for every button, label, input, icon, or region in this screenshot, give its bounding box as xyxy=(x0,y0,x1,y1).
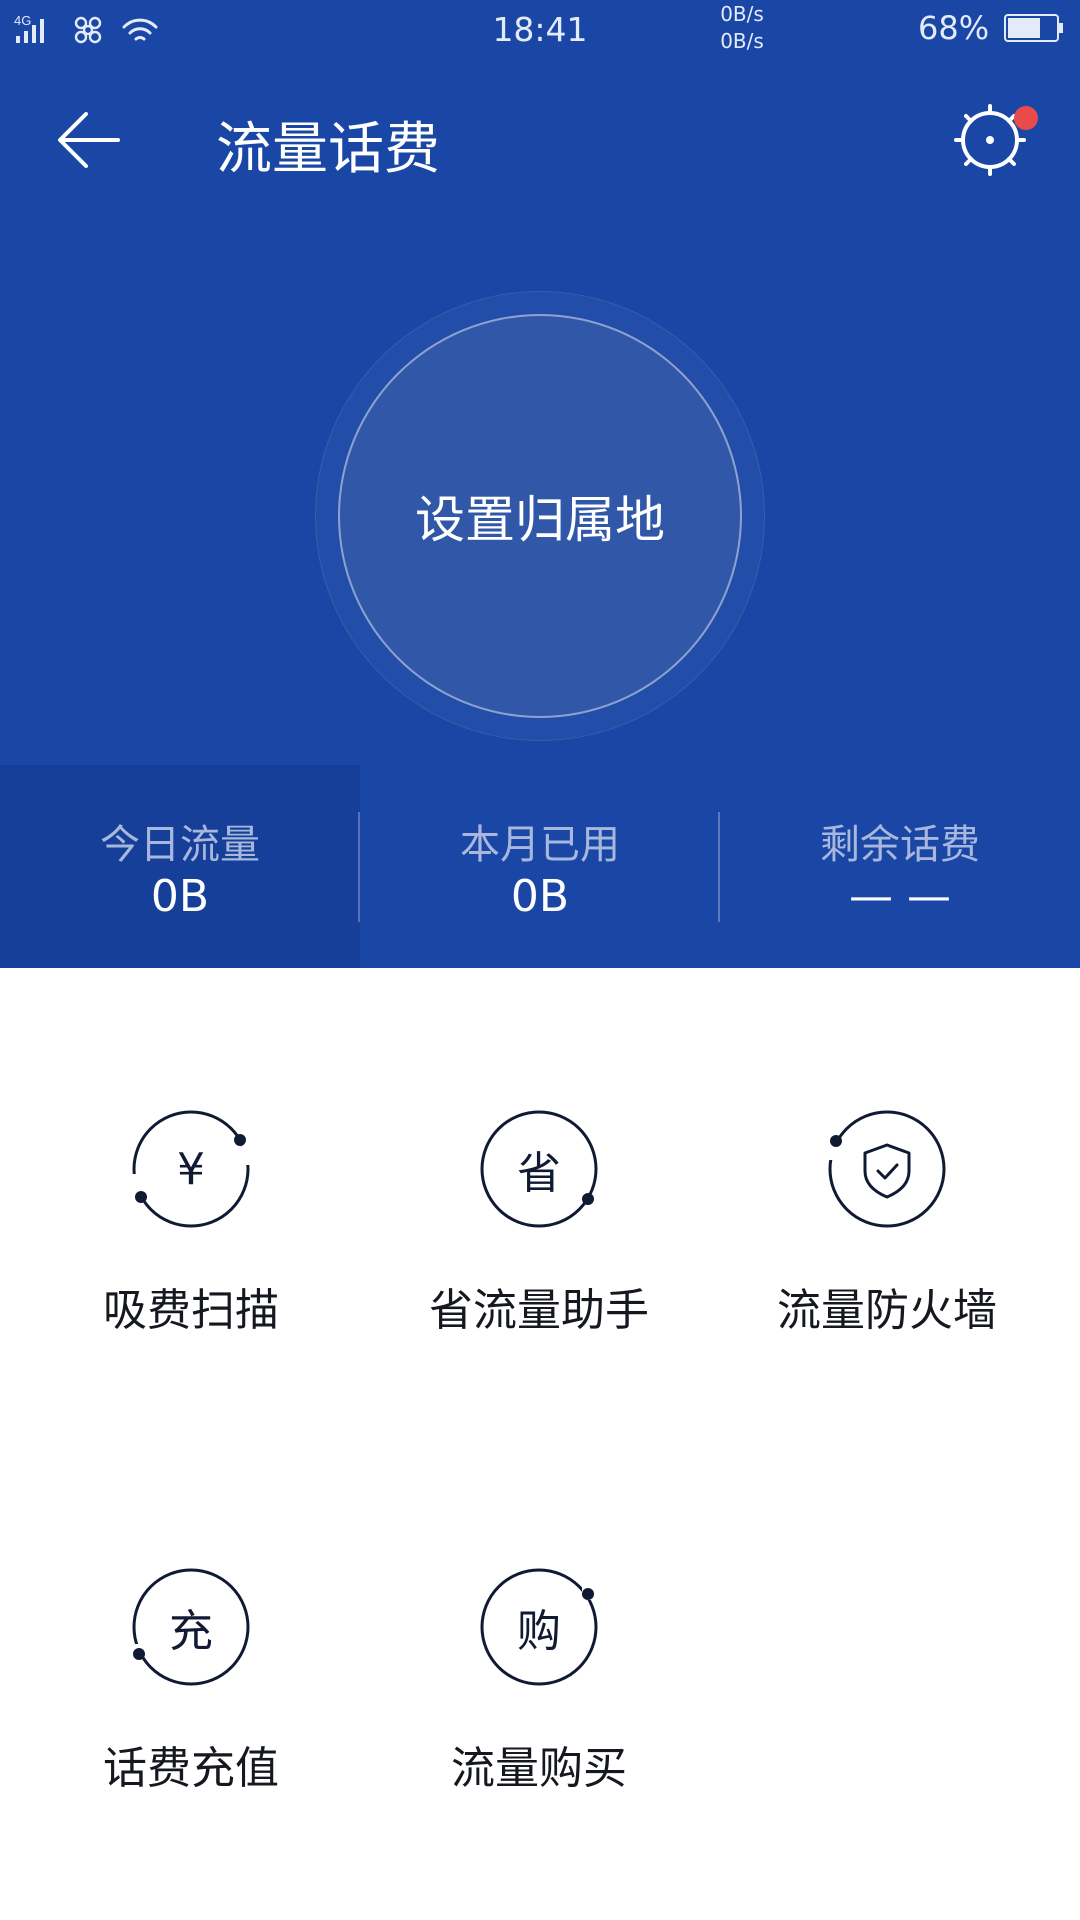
icon-glyph: 省 xyxy=(517,1148,561,1199)
icon-glyph: ¥ xyxy=(177,1143,205,1195)
notification-dot xyxy=(1014,106,1038,130)
stat-value: 0B xyxy=(510,871,570,922)
speed-down: 0B/s xyxy=(720,29,764,53)
settings-button[interactable] xyxy=(950,100,1038,180)
feature-label: 吸费扫描 xyxy=(103,1285,279,1336)
feature-data-saver[interactable]: 省 省流量助手 xyxy=(358,1108,718,1368)
stat-month-used[interactable]: 本月已用 0B xyxy=(360,765,720,968)
set-location-button[interactable]: 设置归属地 xyxy=(338,314,742,718)
divider xyxy=(358,812,360,922)
feature-fee-scan[interactable]: ¥ 吸费扫描 xyxy=(10,1108,370,1368)
network-speed: 0B/s 0B/s xyxy=(700,1,784,55)
stat-label: 今日流量 xyxy=(100,822,260,868)
icon-glyph: 购 xyxy=(517,1606,561,1657)
purchase-icon: 购 xyxy=(478,1566,600,1688)
feature-label: 省流量助手 xyxy=(429,1285,649,1336)
status-bar: 4G 18:41 0B/s 0B/s 68% xyxy=(0,0,1080,60)
battery-percent: 68% xyxy=(918,9,990,47)
icon-glyph: 充 xyxy=(169,1606,213,1657)
battery-icon xyxy=(1004,14,1063,42)
yen-scan-icon: ¥ xyxy=(126,1108,256,1230)
stat-label: 剩余话费 xyxy=(820,822,980,868)
stat-value: — — xyxy=(849,871,951,922)
feature-buy-data[interactable]: 购 流量购买 xyxy=(358,1566,718,1826)
speed-up: 0B/s xyxy=(720,2,764,26)
feature-firewall[interactable]: 流量防火墙 xyxy=(706,1108,1066,1368)
feature-topup[interactable]: 充 话费充值 xyxy=(10,1566,370,1826)
feature-label: 话费充值 xyxy=(103,1743,279,1794)
feature-label: 流量购买 xyxy=(451,1743,627,1794)
recharge-icon: 充 xyxy=(126,1566,252,1688)
set-location-label: 设置归属地 xyxy=(415,491,665,549)
stat-remaining-balance[interactable]: 剩余话费 — — xyxy=(720,765,1080,968)
header-panel: 4G 18:41 0B/s 0B/s 68% 流量话费 设置归属地 今日流量 0… xyxy=(0,0,1080,968)
shield-icon xyxy=(822,1108,948,1230)
feature-label: 流量防火墙 xyxy=(777,1285,997,1336)
arrow-left-icon[interactable] xyxy=(48,100,128,180)
divider xyxy=(718,812,720,922)
stats-bar: 今日流量 0B 本月已用 0B 剩余话费 — — xyxy=(0,765,1080,968)
stat-label: 本月已用 xyxy=(460,822,620,868)
stat-value: 0B xyxy=(150,871,210,922)
stat-today-data[interactable]: 今日流量 0B xyxy=(0,765,360,968)
page-title: 流量话费 xyxy=(216,117,440,182)
save-icon: 省 xyxy=(478,1108,600,1230)
